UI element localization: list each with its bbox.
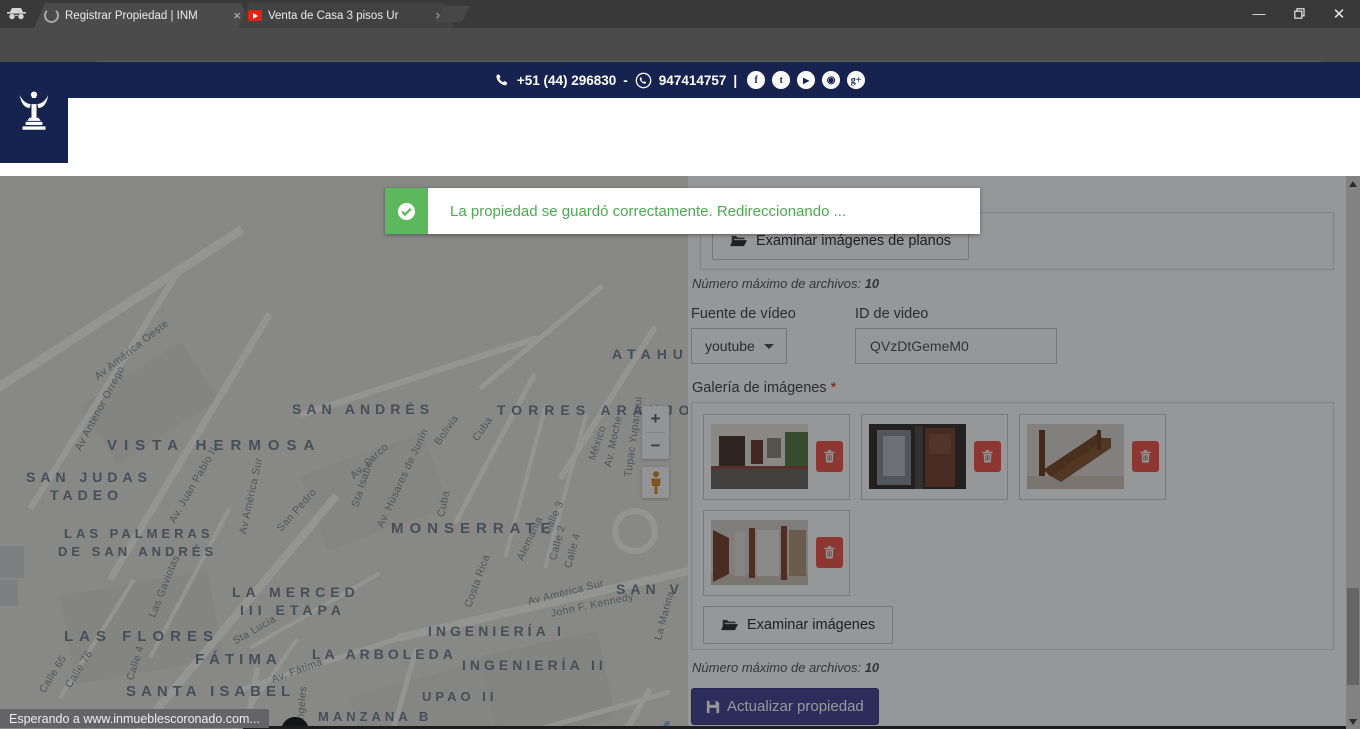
tab-inactive[interactable]: Venta de Casa 3 pisos Ur × [238,3,454,28]
youtube-favicon [248,10,262,21]
close-button[interactable]: ✕ [1319,0,1359,27]
contact-topbar: +51 (44) 296830 - 947414757 | ft ▶ ◉ g+ [0,62,1360,98]
social-icons: ft ▶ ◉ g+ [747,71,865,89]
instagram-icon[interactable]: ◉ [822,71,840,89]
success-notification: La propiedad se guardó correctamente. Re… [385,188,980,234]
restore-button[interactable] [1279,0,1319,27]
page-scrollbar[interactable] [1346,176,1360,729]
incognito-icon [7,7,26,25]
notification-message: La propiedad se guardó correctamente. Re… [428,188,846,234]
site-logo[interactable] [0,62,68,163]
coronado-emblem-icon [16,90,52,136]
phone-number[interactable]: +51 (44) 296830 [517,73,616,88]
page-loading-dim-overlay [0,176,1346,729]
tab-title: Venta de Casa 3 pisos Ur [268,10,426,22]
twitter-icon[interactable]: t [772,71,790,89]
tab-title: Registrar Propiedad | INM [65,10,224,22]
scrollbar-thumb[interactable] [1347,588,1359,685]
site-navbar: INICIOINMUEBLESAMOBLADOSDISEÑO DE INTERI… [0,98,1360,176]
title-bar: Registrar Propiedad | INM × Venta de Cas… [0,0,1360,28]
phone-separator: - [623,73,628,88]
browser-status-bubble: Esperando a www.inmueblescoronado.com... [0,709,269,728]
phone-icon [495,73,510,88]
separator: | [733,73,737,88]
address-toolbar: ← → ✕ Es seguro | https://www.inmueblesc… [0,28,1360,62]
scroll-up-icon[interactable] [1346,176,1360,191]
tab-active[interactable]: Registrar Propiedad | INM × [34,3,252,28]
status-text: Esperando a www.inmueblescoronado.com... [9,712,260,726]
youtube-icon[interactable]: ▶ [797,71,815,89]
scroll-down-icon[interactable] [1346,714,1360,729]
check-circle-icon [385,188,428,234]
tab-loading-spinner-icon [44,8,59,23]
facebook-icon[interactable]: f [747,71,765,89]
browser-window: Registrar Propiedad | INM × Venta de Cas… [0,0,1360,729]
minimize-button[interactable]: — [1239,0,1279,27]
whatsapp-icon [635,72,652,89]
whatsapp-number[interactable]: 947414757 [659,73,727,88]
google-plus-icon[interactable]: g+ [847,71,865,89]
